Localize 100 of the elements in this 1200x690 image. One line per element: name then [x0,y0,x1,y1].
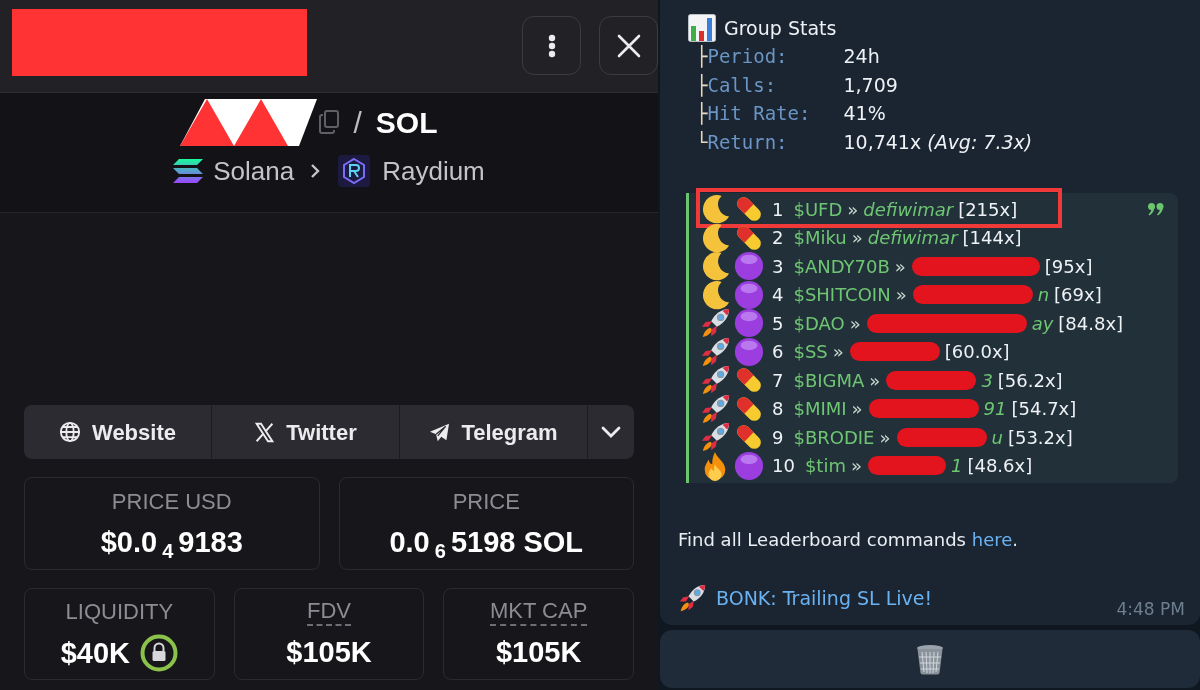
tree-line-text: └ [696,129,708,155]
stat-value: 10,741x (Avg: 7.3x) [843,129,1033,155]
caller-link[interactable]: 3 [981,366,993,394]
ticker-link[interactable]: $UFD [793,195,843,223]
copy-icon [319,110,340,134]
card-label: LIQUIDITY [65,598,174,626]
circle-icon [734,308,764,339]
multiplier-text: [144x] [962,226,1022,251]
rank-number: 10 [772,454,795,479]
multiplier-text: [48.6x] [967,454,1033,479]
twitter-button[interactable]: Twitter [212,405,400,459]
circle-icon [734,450,764,481]
wastebasket-icon [916,643,944,675]
footer-text: Find all Leaderboard commands here. [678,528,1019,552]
card-value: $105K [286,635,372,670]
stat-label: Calls: [707,72,778,96]
inline-keyboard-button[interactable] [660,630,1200,688]
multiplier-text: [53.2x] [1007,425,1073,450]
caller-link[interactable]: n [1037,281,1050,309]
multiplier-text: [56.2x] [997,368,1063,393]
chevron-right-icon [310,163,321,179]
separator-text: » [895,283,907,308]
caller-link[interactable]: u [991,423,1003,451]
stat-value: 1,709 [843,72,898,98]
close-button[interactable] [599,16,658,75]
crescent-moon-icon [700,279,730,310]
caller-link[interactable]: defiwimar [863,195,954,223]
rank-number: 3 [772,254,784,279]
multiplier-text: [95x] [1044,254,1093,279]
card-label: FDV [307,598,351,626]
multiplier-text: [69x] [1054,283,1102,308]
close-icon [616,33,641,58]
announcement-link[interactable]: BONK: Trailing SL Live! [716,583,933,613]
ticker-link[interactable]: $SS [793,338,828,366]
telegram-button[interactable]: Telegram [400,405,588,459]
separator-text: » [894,254,906,279]
tree-line-text: ├ [696,101,708,127]
here-link[interactable]: here [971,529,1013,550]
rank-number: 7 [772,368,784,393]
more-options-icon [547,33,556,58]
chevron-down-icon [601,426,621,438]
ticker-link[interactable]: $MIMI [793,395,847,423]
crescent-moon-icon [700,194,730,225]
website-button[interactable]: Website [24,405,212,459]
globe-icon [59,421,81,443]
ticker-link[interactable]: $tim [804,452,846,480]
expand-links-button[interactable] [588,405,634,459]
multiplier-text: [60.0x] [944,340,1010,365]
rank-number: 8 [772,397,784,422]
tree-line-text: ├ [696,72,708,99]
rank-number: 1 [772,197,784,222]
more-options-button[interactable] [522,16,581,75]
card-value: 0.0$_{6}$5198 SOL [389,525,584,560]
separator-text: » [851,397,863,422]
rocket-icon [700,308,730,339]
separator-text: » [847,197,859,222]
ticker-link[interactable]: $BRODIE [793,423,875,451]
stat-label: Hit Rate: [707,101,812,124]
card-value: $40K [60,636,130,671]
stat-label: Return: [707,129,789,155]
pair-separator: / [353,104,362,141]
stat-value: 24h [843,44,880,69]
card-label: MKT CAP [489,598,588,626]
dex-name[interactable]: Raydium [382,151,485,191]
circle-icon [734,251,764,282]
caller-link[interactable]: 1 [950,452,963,480]
tree-line-text: ├ [696,44,708,70]
card-label: PRICE [452,488,520,516]
caller-link[interactable]: 91 [983,395,1007,423]
separator-text: » [832,340,844,365]
rocket-icon [700,422,730,453]
rank-number: 4 [772,283,784,308]
rank-number: 2 [772,226,784,251]
caller-link[interactable]: defiwimar [867,224,958,252]
caller-link[interactable]: ay [1031,309,1054,337]
ticker-link[interactable]: $SHITCOIN [793,281,891,309]
card-label: PRICE USD [111,488,232,516]
card-value: $0.0$_{4}$9183 [100,525,243,560]
ticker-link[interactable]: $Miku [793,224,847,252]
quote-icon [1148,203,1164,216]
rank-number: 9 [772,425,784,450]
rank-number: 5 [772,311,784,336]
quote-token-symbol: SOL [375,104,438,141]
multiplier-text: [54.7x] [1011,397,1077,422]
separator-text: » [879,425,891,450]
circle-icon [734,336,764,367]
rank-number: 6 [772,340,784,365]
message-time: 4:48 PM [1116,599,1185,619]
ticker-link[interactable]: $DAO [793,309,845,337]
separator-text: » [869,368,881,393]
separator-text: » [850,454,862,479]
ticker-link[interactable]: $BIGMA [793,366,865,394]
chain-name[interactable]: Solana [213,151,295,191]
rocket-icon [678,584,706,612]
card-value: $105K [495,635,582,670]
rocket-icon [700,393,730,424]
ticker-link[interactable]: $ANDY70B [793,252,890,280]
crescent-moon-icon [700,251,730,282]
multiplier-text: [84.8x] [1058,311,1124,336]
rocket-icon [700,365,730,396]
